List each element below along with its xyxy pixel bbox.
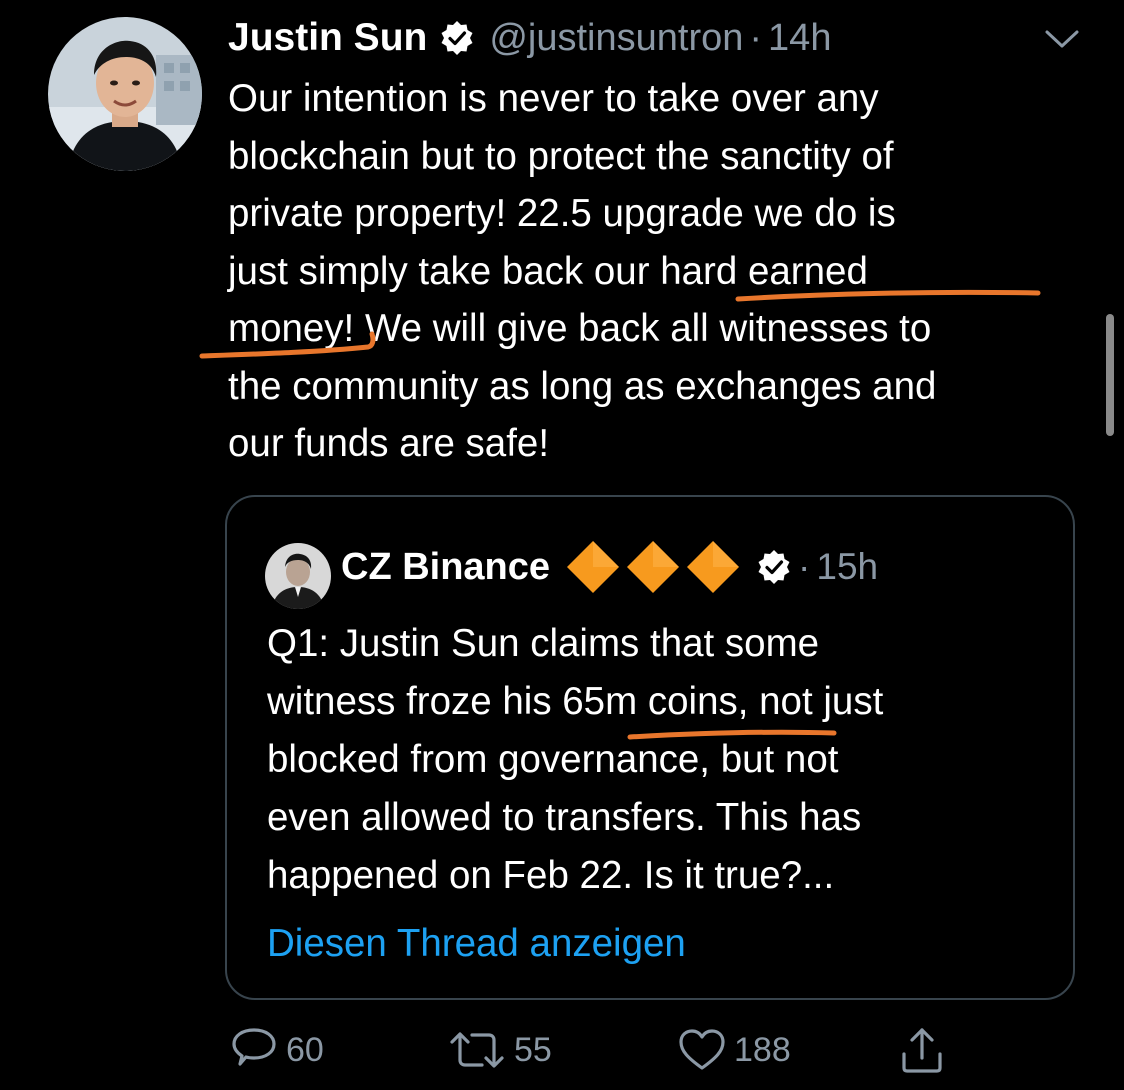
scrollbar-thumb[interactable] bbox=[1106, 314, 1114, 436]
show-thread-link[interactable]: Diesen Thread anzeigen bbox=[267, 922, 686, 966]
quoted-tweet-timestamp: 15h bbox=[816, 546, 879, 587]
tweet-text: Our intention is never to take over any … bbox=[228, 70, 1088, 473]
quoted-tweet-card[interactable]: CZ Binance · 15h Q1: Justin Sun claims t… bbox=[225, 495, 1075, 1000]
tweet-text-line: our funds are safe! bbox=[228, 422, 550, 465]
orange-diamond-icon bbox=[627, 541, 680, 593]
chevron-down-icon[interactable] bbox=[1043, 27, 1081, 51]
quoted-text-line: even allowed to transfers. This has bbox=[267, 796, 862, 839]
tweet-timestamp[interactable]: 14h bbox=[768, 17, 831, 60]
tweet-text-line: just simply take back our hard earned bbox=[228, 249, 868, 293]
like-count: 188 bbox=[734, 1030, 791, 1069]
author-handle[interactable]: @justinsuntron bbox=[489, 17, 743, 60]
reply-button[interactable]: 60 bbox=[228, 1022, 324, 1078]
tweet-text-line: private property! 22.5 upgrade we do is bbox=[228, 192, 896, 235]
reply-count: 60 bbox=[286, 1030, 324, 1069]
tweet-header: Justin Sun @justinsuntron · 14h bbox=[228, 14, 831, 62]
orange-diamond-icon bbox=[567, 541, 620, 593]
author-avatar[interactable] bbox=[48, 17, 202, 171]
share-button[interactable] bbox=[896, 1022, 948, 1078]
retweet-icon bbox=[450, 1032, 504, 1068]
emoji-group bbox=[564, 538, 742, 596]
tweet-text-line: blockchain but to protect the sanctity o… bbox=[228, 134, 894, 178]
separator-dot: · bbox=[798, 546, 811, 587]
orange-diamond-icon bbox=[687, 541, 740, 593]
retweet-button[interactable]: 55 bbox=[446, 1022, 552, 1078]
author-name[interactable]: Justin Sun bbox=[228, 16, 427, 60]
quoted-text-line: witness froze his 65m coins, not just bbox=[267, 680, 884, 723]
tweet-actions: 60 55 188 bbox=[228, 1022, 988, 1078]
retweet-count: 55 bbox=[514, 1030, 552, 1069]
quoted-tweet-header: CZ Binance · 15h bbox=[341, 541, 879, 593]
share-icon bbox=[902, 1028, 942, 1073]
heart-icon bbox=[679, 1029, 725, 1070]
quoted-text-line: happened on Feb 22. Is it true?... bbox=[267, 854, 835, 897]
quoted-author-name[interactable]: CZ Binance bbox=[341, 546, 550, 589]
like-button[interactable]: 188 bbox=[676, 1022, 791, 1078]
quoted-text-line: Q1: Justin Sun claims that some bbox=[267, 622, 820, 665]
separator-dot: · bbox=[749, 16, 763, 59]
quoted-text-line: blocked from governance, but not bbox=[267, 738, 839, 781]
quoted-author-avatar bbox=[265, 543, 331, 609]
tweet-text-line: Our intention is never to take over any bbox=[228, 77, 879, 120]
reply-icon bbox=[232, 1028, 276, 1066]
tweet-text-line: the community as long as exchanges and bbox=[228, 364, 937, 408]
tweet-text-line: money! We will give back all witnesses t… bbox=[228, 307, 932, 350]
verified-badge-icon bbox=[756, 549, 792, 585]
quoted-tweet-text: Q1: Justin Sun claims that some witness … bbox=[267, 615, 1057, 905]
verified-badge-icon bbox=[439, 20, 475, 56]
